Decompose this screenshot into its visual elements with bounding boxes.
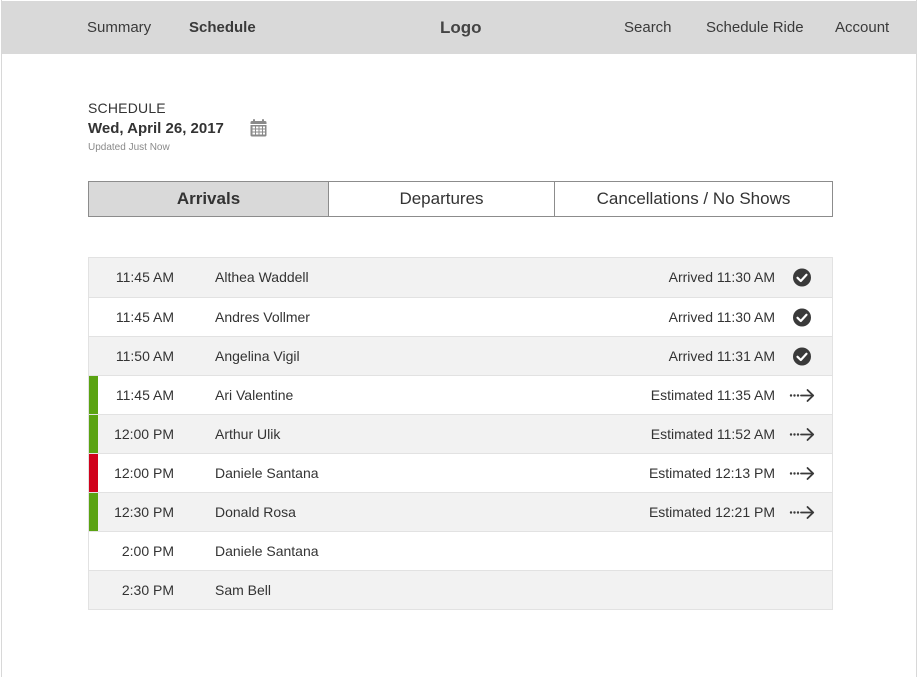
row-scheduled-time: 11:45 AM — [115, 309, 174, 325]
page-title-date: Wed, April 26, 2017 — [88, 120, 224, 137]
row-scheduled-time: 11:45 AM — [115, 387, 174, 403]
row-status: Estimated 11:52 AM — [650, 426, 775, 442]
table-row[interactable]: 11:50 AM Angelina Vigil Arrived 11:31 AM — [89, 336, 832, 375]
calendar-icon[interactable] — [250, 119, 267, 137]
row-scheduled-time: 12:00 PM — [114, 426, 174, 442]
section-label: SCHEDULE — [88, 100, 166, 116]
nav-summary[interactable]: Summary — [87, 1, 151, 54]
en-route-arrow-icon — [789, 467, 815, 480]
schedule-tabs: Arrivals Departures Cancellations / No S… — [88, 181, 833, 217]
row-scheduled-time: 12:00 PM — [114, 465, 174, 481]
row-passenger-name: Sam Bell — [215, 582, 272, 598]
row-scheduled-time: 12:30 PM — [114, 504, 174, 520]
row-passenger-name: Donald Rosa — [215, 504, 296, 520]
row-status: Estimated 12:13 PM — [648, 465, 775, 481]
row-status: Estimated 11:35 AM — [650, 387, 775, 403]
row-passenger-name: Daniele Santana — [215, 543, 319, 559]
tab-departures[interactable]: Departures — [328, 182, 554, 216]
updated-timestamp: Updated Just Now — [88, 142, 170, 153]
table-row[interactable]: 12:30 PM Donald Rosa Estimated 12:21 PM — [89, 492, 832, 531]
table-row[interactable]: 11:45 AM Andres Vollmer Arrived 11:30 AM — [89, 297, 832, 336]
row-passenger-name: Ari Valentine — [215, 387, 294, 403]
en-route-arrow-icon — [789, 428, 815, 441]
row-status: Estimated 12:21 PM — [648, 504, 775, 520]
logo[interactable]: Logo — [440, 1, 482, 54]
row-scheduled-time: 11:45 AM — [115, 269, 174, 285]
tab-arrivals[interactable]: Arrivals — [89, 182, 328, 216]
row-status: Arrived 11:30 AM — [668, 309, 775, 325]
nav-search[interactable]: Search — [624, 1, 672, 54]
table-row[interactable]: 2:00 PM Daniele Santana — [89, 531, 832, 570]
row-passenger-name: Angelina Vigil — [215, 348, 300, 364]
table-row[interactable]: 11:45 AM Althea Waddell Arrived 11:30 AM — [89, 258, 832, 297]
row-scheduled-time: 2:00 PM — [121, 543, 174, 559]
table-row[interactable]: 12:00 PM Daniele Santana Estimated 12:13 P… — [89, 453, 832, 492]
table-row[interactable]: 12:00 PM Arthur Ulik Estimated 11:52 AM — [89, 414, 832, 453]
ride-list: 11:45 AM Althea Waddell Arrived 11:30 AM 11… — [88, 257, 833, 610]
check-circle-icon — [793, 268, 811, 287]
check-circle-icon — [793, 308, 811, 327]
row-status: Arrived 11:31 AM — [668, 348, 775, 364]
row-passenger-name: Daniele Santana — [215, 465, 319, 481]
row-status: Arrived 11:30 AM — [668, 269, 775, 285]
table-row[interactable]: 2:30 PM Sam Bell — [89, 570, 832, 609]
row-scheduled-time: 11:50 AM — [115, 348, 174, 364]
table-row[interactable]: 11:45 AM Ari Valentine Estimated 11:35 AM — [89, 375, 832, 414]
en-route-arrow-icon — [789, 506, 815, 519]
tab-cancellations-no-shows[interactable]: Cancellations / No Shows — [554, 182, 832, 216]
en-route-arrow-icon — [789, 389, 815, 402]
row-passenger-name: Althea Waddell — [215, 269, 309, 285]
row-passenger-name: Arthur Ulik — [215, 426, 281, 442]
nav-account[interactable]: Account — [835, 1, 889, 54]
nav-schedule-ride[interactable]: Schedule Ride — [706, 1, 804, 54]
row-passenger-name: Andres Vollmer — [215, 309, 310, 325]
check-circle-icon — [793, 347, 811, 366]
nav-schedule[interactable]: Schedule — [189, 1, 256, 54]
top-nav: Summary Schedule Logo Search Schedule Ri… — [2, 1, 916, 54]
row-scheduled-time: 2:30 PM — [121, 582, 174, 598]
